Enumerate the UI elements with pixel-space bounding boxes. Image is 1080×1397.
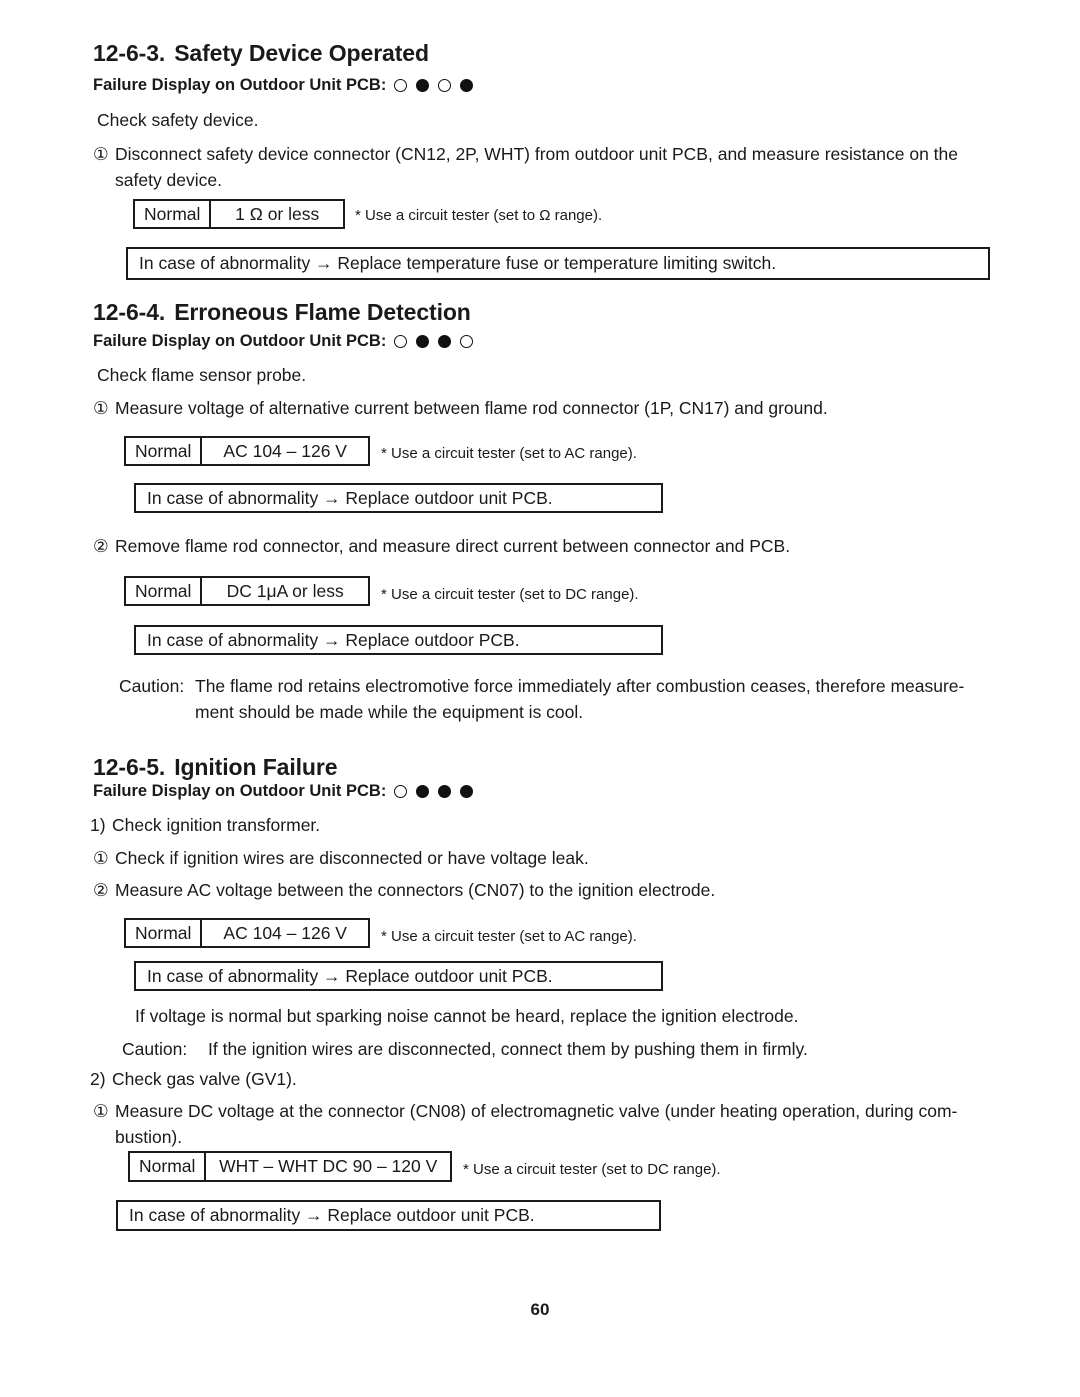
step-text: Remove flame rod connector, and measure …	[115, 536, 791, 556]
normal-label: Normal	[126, 438, 203, 464]
normal-value-box-12-6-5-2: Normal WHT – WHT DC 90 – 120 V	[128, 1151, 452, 1182]
step-1-12-6-3: ① Disconnect safety device connector (CN…	[93, 141, 1015, 193]
step-marker: ①	[93, 848, 109, 868]
step-2-12-6-4: ② Remove flame rod connector, and measur…	[93, 533, 1015, 559]
step-2-12-6-5: ② Measure AC voltage between the connect…	[93, 877, 1015, 903]
led-indicator-1-off	[394, 785, 408, 798]
item-text: Check ignition transformer.	[112, 815, 321, 835]
caution-label: Caution:	[119, 676, 185, 696]
abnormality-box-12-6-3: In case of abnormality → Replace tempera…	[126, 247, 990, 280]
normal-value-box-12-6-4-1: Normal AC 104 – 126 V	[124, 436, 370, 466]
led-indicator-3-off	[438, 79, 452, 92]
section-heading-12-6-4: 12-6-4. Erroneous Flame Detection	[93, 299, 471, 326]
step-text: Measure AC voltage between the connector…	[115, 880, 716, 900]
normal-value: AC 104 – 126 V	[223, 922, 347, 943]
led-indicator-2-on	[416, 785, 430, 798]
led-indicator-1-off	[394, 335, 408, 348]
failure-display-12-6-4: Failure Display on Outdoor Unit PCB:	[93, 332, 474, 351]
failure-display-label: Failure Display on Outdoor Unit PCB:	[93, 782, 387, 800]
intro-text-12-6-3: Check safety device.	[97, 110, 259, 130]
item-marker: 1)	[90, 815, 106, 835]
step-marker: ①	[93, 398, 109, 418]
step-marker: ①	[93, 144, 109, 164]
caution-12-6-4: Caution: The flame rod retains electromo…	[119, 673, 1080, 725]
led-indicator-4-on	[460, 785, 474, 798]
tester-note-12-6-5-2: * Use a circuit tester (set to DC range)…	[463, 1161, 721, 1178]
section-number: 12-6-3.	[93, 40, 166, 66]
step-text: Check if ignition wires are disconnected…	[115, 848, 589, 868]
item-text: Check gas valve (GV1).	[112, 1069, 297, 1089]
abnormality-box-12-6-4-2: In case of abnormality → Replace outdoor…	[134, 625, 663, 655]
normal-value: DC 1μA or less	[226, 580, 344, 601]
led-indicator-3-on	[438, 335, 452, 348]
section-title: Erroneous Flame Detection	[174, 299, 471, 325]
led-indicator-1-off	[394, 79, 408, 92]
step-1-12-6-4: ① Measure voltage of alternative current…	[93, 395, 1015, 421]
abnormality-box-12-6-5-1: In case of abnormality → Replace outdoor…	[134, 961, 663, 991]
led-indicator-2-on	[416, 79, 430, 92]
caution-12-6-5: Caution: If the ignition wires are disco…	[122, 1036, 1080, 1062]
led-indicator-2-on	[416, 335, 430, 348]
led-pattern-12-6-4	[394, 335, 474, 348]
led-indicator-3-on	[438, 785, 452, 798]
caution-line-2: ment should be made while the equipment …	[195, 702, 584, 722]
item-1-12-6-5: 1) Check ignition transformer.	[90, 812, 1012, 838]
led-pattern-12-6-5	[394, 785, 474, 798]
step-text: Measure voltage of alternative current b…	[115, 398, 828, 418]
section-number: 12-6-4.	[93, 299, 166, 325]
normal-label: Normal	[135, 201, 212, 227]
step-marker: ①	[93, 1101, 109, 1121]
tester-note-12-6-5-1: * Use a circuit tester (set to AC range)…	[381, 928, 637, 945]
intro-text-12-6-4: Check flame sensor probe.	[97, 365, 307, 385]
tester-note-12-6-4-2: * Use a circuit tester (set to DC range)…	[381, 586, 639, 603]
section-number: 12-6-5.	[93, 754, 166, 780]
step-text-line-1: Disconnect safety device connector (CN12…	[115, 144, 958, 164]
document-page: 12-6-3. Safety Device Operated Failure Di…	[0, 0, 1080, 1397]
normal-label: Normal	[126, 920, 203, 946]
failure-display-label: Failure Display on Outdoor Unit PCB:	[93, 76, 387, 94]
normal-value: AC 104 – 126 V	[223, 440, 347, 461]
step-marker: ②	[93, 880, 109, 900]
step-marker: ②	[93, 536, 109, 556]
caution-label: Caution:	[122, 1039, 188, 1059]
tester-note-12-6-3: * Use a circuit tester (set to Ω range).	[355, 207, 603, 224]
section-heading-12-6-5: 12-6-5. Ignition Failure	[93, 754, 338, 781]
led-indicator-4-off	[460, 335, 474, 348]
step-1-12-6-5: ① Check if ignition wires are disconnect…	[93, 845, 1015, 871]
normal-label: Normal	[130, 1153, 207, 1180]
section-title: Ignition Failure	[174, 754, 338, 780]
tester-note-12-6-4-1: * Use a circuit tester (set to AC range)…	[381, 445, 637, 462]
caution-line-1: The flame rod retains electromotive forc…	[195, 676, 965, 696]
normal-value-box-12-6-4-2: Normal DC 1μA or less	[124, 576, 370, 606]
failure-display-12-6-5: Failure Display on Outdoor Unit PCB:	[93, 782, 474, 801]
failure-display-12-6-3: Failure Display on Outdoor Unit PCB:	[93, 76, 474, 95]
section-title: Safety Device Operated	[174, 40, 429, 66]
step-text-line-2: safety device.	[115, 170, 222, 190]
failure-display-label: Failure Display on Outdoor Unit PCB:	[93, 332, 387, 350]
caution-text: If the ignition wires are disconnected, …	[208, 1039, 808, 1059]
page-number: 60	[530, 1300, 550, 1319]
normal-value: WHT – WHT DC 90 – 120 V	[219, 1156, 438, 1176]
normal-value: 1 Ω or less	[235, 203, 320, 224]
normal-value-box-12-6-5-1: Normal AC 104 – 126 V	[124, 918, 370, 948]
step-text-line-2: bustion).	[115, 1127, 183, 1147]
step-3-12-6-5: ① Measure DC voltage at the connector (C…	[93, 1098, 1020, 1150]
item-marker: 2)	[90, 1069, 106, 1089]
step-text-line-1: Measure DC voltage at the connector (CN0…	[115, 1101, 958, 1121]
led-indicator-4-on	[460, 79, 474, 92]
abnormality-box-12-6-4-1: In case of abnormality → Replace outdoor…	[134, 483, 663, 513]
normal-value-box-12-6-3: Normal 1 Ω or less	[133, 199, 345, 229]
note-text-12-6-5: If voltage is normal but sparking noise …	[135, 1006, 799, 1026]
abnormality-box-12-6-5-2: In case of abnormality → Replace outdoor…	[116, 1200, 661, 1231]
section-heading-12-6-3: 12-6-3. Safety Device Operated	[93, 40, 429, 67]
led-pattern-12-6-3	[394, 79, 474, 92]
normal-label: Normal	[126, 578, 203, 604]
item-2-12-6-5: 2) Check gas valve (GV1).	[90, 1066, 1012, 1092]
